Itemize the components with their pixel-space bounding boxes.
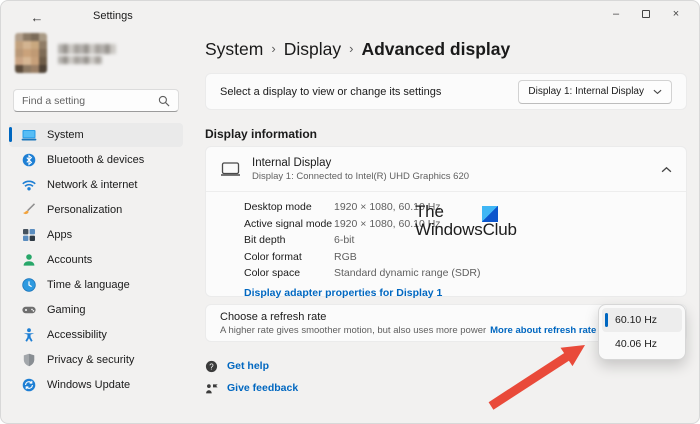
gaming-icon [22,306,36,314]
display-card-subtitle: Display 1: Connected to Intel(R) UHD Gra… [252,170,470,182]
display-select-value: Display 1: Internal Display [528,86,644,97]
settings-window: ← Settings – × System [0,0,700,424]
info-row-color-space: Color space Standard dynamic range (SDR) [244,265,672,282]
feedback-icon [206,383,218,393]
avatar[interactable] [15,33,47,73]
row-value: RGB [334,250,357,263]
footer-links: ? Get help Give feedback [205,355,298,399]
user-name-redacted [58,44,116,54]
personalization-icon [23,203,36,215]
app-title: Settings [93,10,133,22]
sidebar-item-label: Gaming [47,304,86,316]
thewindowsclub-watermark: The WindowsClub [415,203,517,239]
sidebar-item-personalization[interactable]: Personalization [9,198,183,222]
sidebar-item-label: Windows Update [47,379,131,391]
row-label: Color space [244,267,301,279]
back-button[interactable]: ← [27,8,47,26]
selected-indicator [605,313,608,327]
sidebar-item-privacy-security[interactable]: Privacy & security [9,348,183,372]
sidebar-item-apps[interactable]: Apps [9,223,183,247]
sidebar-item-label: Accessibility [47,329,107,341]
option-label: 40.06 Hz [615,338,658,350]
search-icon [158,95,170,106]
bluetooth-icon [22,153,36,167]
breadcrumb: System › Display › Advanced display [205,39,510,60]
refresh-option-60hz[interactable]: 60.10 Hz [602,308,682,332]
sidebar-item-time-language[interactable]: Time & language [9,273,183,297]
search-box [13,89,179,112]
window-controls: – × [601,1,691,27]
sidebar-item-accessibility[interactable]: Accessibility [9,323,183,347]
give-feedback-link[interactable]: Give feedback [205,377,298,399]
sidebar-item-system[interactable]: System [9,123,183,147]
refresh-option-40hz[interactable]: 40.06 Hz [602,332,682,356]
get-help-link[interactable]: ? Get help [205,355,298,377]
sidebar-nav: System Bluetooth & devices Network & int… [9,123,183,398]
privacy-security-icon [23,353,35,367]
breadcrumb-system[interactable]: System [205,39,263,60]
maximize-icon [642,10,650,18]
row-label: Active signal mode [244,217,333,230]
sidebar-item-label: Network & internet [47,179,138,191]
chevron-down-icon [653,89,662,94]
more-about-refresh-rate-link[interactable]: More about refresh rate [490,325,596,336]
sidebar-item-label: Privacy & security [47,354,135,366]
chevron-up-icon[interactable] [661,166,672,173]
search-input[interactable] [22,94,158,107]
footer-link-label: Give feedback [227,382,299,394]
sidebar-item-label: Accounts [47,254,93,266]
page-title: Advanced display [361,39,511,59]
internal-display-expander[interactable]: Internal Display Display 1: Connected to… [206,147,686,191]
sidebar-item-network-internet[interactable]: Network & internet [9,173,183,197]
sidebar-item-bluetooth-devices[interactable]: Bluetooth & devices [9,148,183,172]
monitor-icon [221,162,240,176]
help-icon: ? [205,360,218,372]
sidebar-item-windows-update[interactable]: Windows Update [9,373,183,397]
minimize-button[interactable]: – [601,1,631,27]
breadcrumb-separator: › [271,41,276,56]
sidebar-item-label: System [47,129,84,141]
thewindowsclub-logo-icon [482,206,498,222]
system-icon [21,130,37,141]
refresh-rate-flyout: 60.10 Hz 40.06 Hz [598,304,686,360]
info-row-color-format: Color format RGB [244,249,672,266]
close-button[interactable]: × [661,1,691,27]
row-label: Color format [244,250,302,263]
sidebar-item-accounts[interactable]: Accounts [9,248,183,272]
watermark-line1: The [415,202,444,221]
apps-icon [23,229,35,241]
option-label: 60.10 Hz [615,314,658,326]
breadcrumb-display[interactable]: Display [284,39,341,60]
svg-text:?: ? [209,362,214,371]
user-email-redacted [58,56,102,64]
sidebar-item-gaming[interactable]: Gaming [9,298,183,322]
select-display-card: Select a display to view or change its s… [205,73,687,110]
watermark-line2: WindowsClub [415,220,517,239]
sidebar-item-label: Time & language [47,279,130,291]
sidebar-item-label: Apps [47,229,73,241]
sidebar-item-label: Personalization [47,204,123,216]
row-value: 6-bit [334,234,355,246]
windows-update-icon [22,378,36,392]
section-heading: Display information [205,127,318,141]
row-value: Standard dynamic range (SDR) [334,267,481,279]
network-icon [22,180,36,191]
display-select-dropdown[interactable]: Display 1: Internal Display [518,79,672,104]
selected-indicator [9,127,12,142]
footer-link-label: Get help [227,360,270,372]
row-label: Desktop mode [244,201,312,213]
accessibility-icon [23,328,35,342]
maximize-button[interactable] [631,1,661,27]
row-label: Bit depth [244,234,286,246]
display-adapter-properties-link[interactable]: Display adapter properties for Display 1 [244,287,442,299]
breadcrumb-separator: › [349,41,354,56]
select-display-label: Select a display to view or change its s… [220,85,442,98]
display-card-title: Internal Display [252,156,332,169]
time-language-icon [22,278,36,292]
refresh-rate-description-text: A higher rate gives smoother motion, but… [220,324,487,336]
accounts-icon [23,254,35,266]
sidebar-item-label: Bluetooth & devices [47,154,145,166]
